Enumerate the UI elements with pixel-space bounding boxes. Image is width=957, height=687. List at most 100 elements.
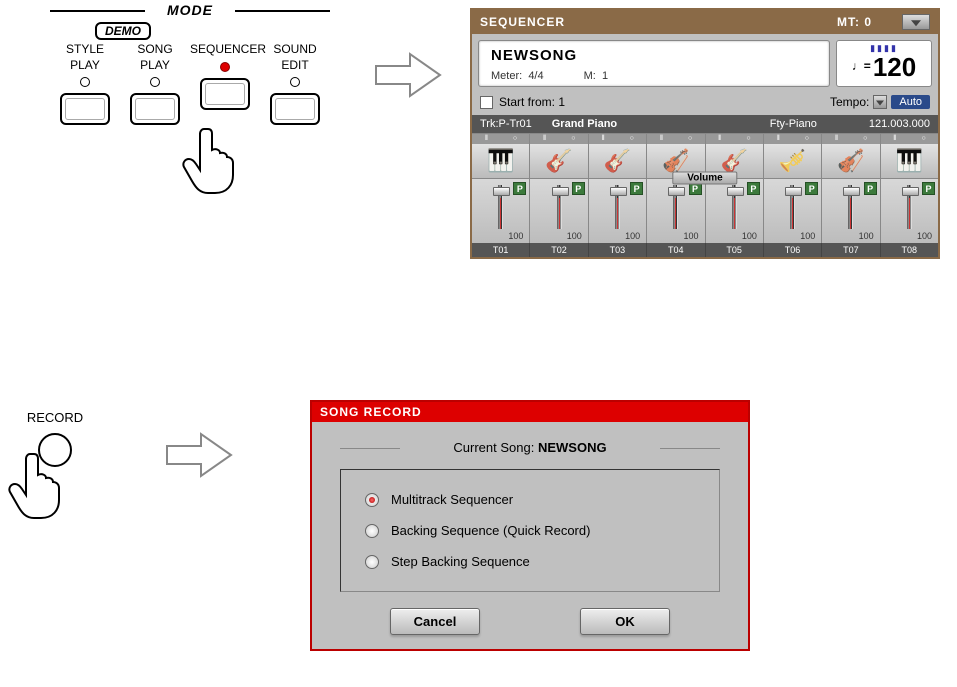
mode-item-sound-edit: SOUND EDIT bbox=[260, 42, 330, 125]
volume-label: Volume bbox=[672, 172, 737, 185]
fader[interactable]: P 100 bbox=[530, 179, 588, 243]
instrument-slot[interactable]: ⦀○🎹 bbox=[472, 134, 530, 178]
fader[interactable]: P100 bbox=[472, 179, 530, 243]
volume-slider[interactable] bbox=[498, 185, 503, 229]
menu-dropdown-button[interactable] bbox=[902, 14, 930, 30]
mode-label-line1: SOUND bbox=[260, 42, 330, 58]
instrument-slot[interactable]: ⦀○🎹 bbox=[881, 134, 938, 178]
fader-value: 100 bbox=[708, 231, 761, 241]
mode-label-line2: PLAY bbox=[120, 58, 190, 74]
track-tab[interactable]: T03 bbox=[589, 243, 647, 257]
play-badge[interactable]: P bbox=[513, 182, 526, 195]
radio-icon[interactable] bbox=[365, 555, 379, 569]
instrument-slot[interactable]: ⦀○🎻 bbox=[822, 134, 880, 178]
play-badge[interactable]: P bbox=[572, 182, 585, 195]
tempo-note-icon: ♩= bbox=[852, 59, 871, 73]
volume-slider[interactable] bbox=[848, 185, 853, 229]
play-badge[interactable]: P bbox=[630, 182, 643, 195]
mode-label-line1: STYLE bbox=[50, 42, 120, 58]
mode-item-song-play: SONG PLAY bbox=[120, 42, 190, 125]
fader[interactable]: P 100 bbox=[822, 179, 880, 243]
record-label: RECORD bbox=[10, 410, 100, 425]
play-badge[interactable]: P bbox=[805, 182, 818, 195]
song-info-box[interactable]: NEWSONG Meter: 4/4 M: 1 bbox=[478, 40, 830, 87]
led-song-play bbox=[150, 77, 160, 87]
instrument-slot[interactable]: ⦀○🎸 bbox=[589, 134, 647, 178]
sequencer-titlebar: SEQUENCER MT: 0 bbox=[472, 10, 938, 34]
instrument-icon: 🎹 bbox=[881, 144, 938, 178]
led-sound-edit bbox=[290, 77, 300, 87]
current-song-label: Current Song: bbox=[453, 440, 534, 455]
instrument-icon: 🎹 bbox=[472, 144, 529, 178]
hand-pointer-icon bbox=[6, 450, 66, 520]
volume-slider[interactable] bbox=[790, 185, 795, 229]
tempo-mode-value[interactable]: Auto bbox=[891, 95, 930, 109]
track-label-row: T01 T02 T03 T04 T05 T06 T07 T08 bbox=[472, 243, 938, 257]
track-tab[interactable]: T04 bbox=[647, 243, 705, 257]
fader[interactable]: P 100 bbox=[881, 179, 938, 243]
demo-bracket: DEMO bbox=[0, 18, 330, 40]
fader[interactable]: P 100 bbox=[706, 179, 764, 243]
button-song-play[interactable] bbox=[130, 93, 180, 125]
volume-slider[interactable] bbox=[673, 185, 678, 229]
track-tab[interactable]: T06 bbox=[764, 243, 822, 257]
fader-value: 100 bbox=[532, 231, 585, 241]
start-from-checkbox[interactable] bbox=[480, 96, 493, 109]
track-tab[interactable]: T07 bbox=[822, 243, 880, 257]
volume-slider[interactable] bbox=[907, 185, 912, 229]
mode-panel: MODE DEMO STYLE PLAY SONG PLAY SEQUENCER… bbox=[50, 2, 330, 125]
instrument-icon: 🎻 bbox=[822, 144, 879, 178]
button-style-play[interactable] bbox=[60, 93, 110, 125]
tempo-box[interactable]: ▮▮▮▮ ♩=120 bbox=[836, 40, 932, 87]
option-step-backing[interactable]: Step Backing Sequence bbox=[365, 554, 695, 569]
cancel-button[interactable]: Cancel bbox=[390, 608, 480, 635]
start-from-label: Start from: bbox=[499, 95, 555, 109]
track-id: Trk:P-Tr01 bbox=[480, 118, 532, 130]
fader[interactable]: P100 bbox=[647, 179, 705, 243]
measure-label: M: bbox=[584, 70, 596, 82]
track-info-bar[interactable]: Trk:P-Tr01 Grand Piano Fty-Piano 121.003… bbox=[472, 115, 938, 133]
volume-slider[interactable] bbox=[615, 185, 620, 229]
song-record-title: SONG RECORD bbox=[312, 402, 748, 422]
track-tab[interactable]: T05 bbox=[706, 243, 764, 257]
track-tab[interactable]: T02 bbox=[530, 243, 588, 257]
hand-pointer-icon bbox=[180, 125, 240, 195]
fader[interactable]: P100 bbox=[764, 179, 822, 243]
option-label: Backing Sequence (Quick Record) bbox=[391, 523, 590, 538]
radio-icon[interactable] bbox=[365, 493, 379, 507]
button-sequencer[interactable] bbox=[200, 78, 250, 110]
radio-icon[interactable] bbox=[365, 524, 379, 538]
track-sound-name: Grand Piano bbox=[552, 118, 617, 130]
fader-value: 100 bbox=[883, 231, 936, 241]
mode-item-sequencer: SEQUENCER bbox=[190, 42, 260, 125]
option-label: Multitrack Sequencer bbox=[391, 492, 513, 507]
volume-slider[interactable] bbox=[557, 185, 562, 229]
play-badge[interactable]: P bbox=[922, 182, 935, 195]
option-backing-sequence[interactable]: Backing Sequence (Quick Record) bbox=[365, 523, 695, 538]
ok-button[interactable]: OK bbox=[580, 608, 670, 635]
meter-label: Meter: bbox=[491, 70, 522, 82]
sequencer-mt: MT: 0 bbox=[837, 15, 872, 29]
button-sound-edit[interactable] bbox=[270, 93, 320, 125]
fader-value: 100 bbox=[824, 231, 877, 241]
play-badge[interactable]: P bbox=[864, 182, 877, 195]
option-multitrack[interactable]: Multitrack Sequencer bbox=[365, 492, 695, 507]
track-tab[interactable]: T01 bbox=[472, 243, 530, 257]
volume-slider[interactable] bbox=[732, 185, 737, 229]
instrument-slot[interactable]: ⦀○🎸 bbox=[530, 134, 588, 178]
start-from-value[interactable]: 1 bbox=[558, 95, 565, 109]
option-label: Step Backing Sequence bbox=[391, 554, 530, 569]
track-program: 121.003.000 bbox=[869, 118, 930, 130]
tempo-dropdown-button[interactable] bbox=[873, 95, 887, 109]
record-mode-options: Multitrack Sequencer Backing Sequence (Q… bbox=[340, 469, 720, 592]
fader[interactable]: P100 bbox=[589, 179, 647, 243]
instrument-slot[interactable]: ⦀○🎺 bbox=[764, 134, 822, 178]
tempo-value: 120 bbox=[873, 52, 916, 82]
track-family: Fty-Piano bbox=[770, 118, 817, 130]
fader-row: P100 P100 P100 P100 P100 P100 P100 P100 bbox=[472, 178, 938, 243]
track-tab[interactable]: T08 bbox=[881, 243, 938, 257]
play-badge[interactable]: P bbox=[747, 182, 760, 195]
mode-label-line1: SEQUENCER bbox=[190, 42, 260, 58]
instrument-icon: 🎸 bbox=[530, 144, 587, 178]
meter-value: 4/4 bbox=[528, 70, 543, 82]
